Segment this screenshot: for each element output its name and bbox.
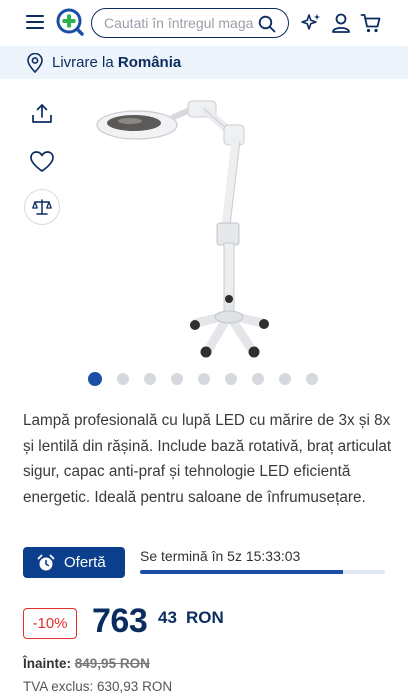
share-icon: [32, 104, 52, 123]
previous-price: Înainte: 849,95 RON: [23, 656, 150, 671]
gallery-dot[interactable]: [88, 372, 102, 386]
cart-icon[interactable]: [360, 12, 382, 34]
gallery-dot[interactable]: [144, 373, 156, 385]
favorite-button[interactable]: [24, 144, 60, 180]
offer-progress-bar: [140, 570, 385, 574]
gallery-dot[interactable]: [171, 373, 183, 385]
offer-countdown: Se termină în 5z 15:33:03: [140, 548, 301, 564]
heart-icon: [30, 151, 54, 172]
gallery-dot[interactable]: [198, 373, 210, 385]
offer-button[interactable]: Ofertă: [23, 547, 125, 578]
price: 763 43 RON: [92, 602, 224, 641]
price-without-vat: TVA exclus: 630,93 RON: [23, 679, 173, 694]
gallery-dot[interactable]: [306, 373, 318, 385]
product-image[interactable]: [92, 95, 322, 365]
price-decimals: 43: [158, 608, 177, 627]
top-header: [0, 0, 408, 46]
scale-icon: [32, 199, 52, 215]
product-description: Lampă profesională cu lupă LED cu mărire…: [23, 412, 392, 506]
compare-button[interactable]: [24, 189, 60, 225]
sparkle-icon[interactable]: [300, 12, 322, 34]
gallery-dot[interactable]: [252, 373, 264, 385]
delivery-bar[interactable]: Livrare la România: [0, 46, 408, 79]
delivery-prefix: Livrare la: [52, 54, 114, 71]
gallery-dot[interactable]: [117, 373, 129, 385]
gallery-dot[interactable]: [225, 373, 237, 385]
location-pin-icon: [27, 53, 43, 73]
price-integer: 763: [92, 602, 148, 640]
alarm-clock-icon: [37, 554, 55, 570]
search-bar[interactable]: [91, 8, 289, 38]
discount-badge: -10%: [23, 608, 77, 639]
search-icon[interactable]: [258, 15, 276, 33]
logo-plus-icon[interactable]: [56, 8, 84, 36]
user-icon[interactable]: [330, 12, 352, 34]
price-currency: RON: [186, 608, 224, 627]
gallery-dots: [88, 372, 333, 386]
offer-progress-fill: [140, 570, 344, 574]
delivery-location[interactable]: Livrare la România: [52, 54, 181, 71]
offer-label: Ofertă: [64, 554, 106, 571]
share-button[interactable]: [24, 96, 60, 132]
previous-price-value: 849,95 RON: [74, 656, 150, 671]
gallery-dot[interactable]: [279, 373, 291, 385]
search-input[interactable]: [104, 15, 254, 31]
delivery-country: România: [117, 54, 182, 71]
menu-icon[interactable]: [26, 14, 44, 30]
previous-price-label: Înainte:: [23, 656, 72, 671]
